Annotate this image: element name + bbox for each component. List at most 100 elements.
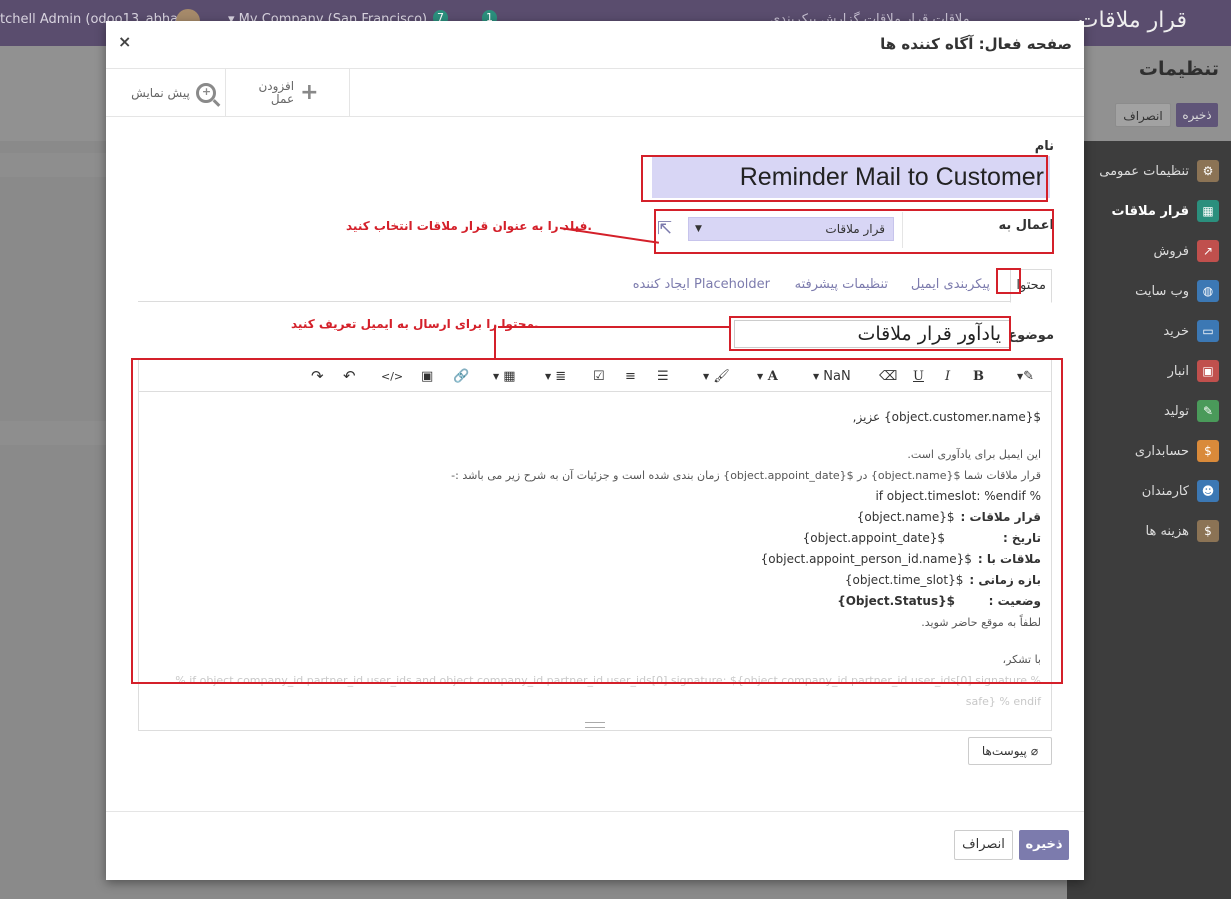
calendar-icon: ▦ [1197, 200, 1219, 222]
sidebar-item-appointment[interactable]: قرار ملاقات ▦ [1067, 191, 1231, 231]
detail-row: وضعیت : ${Object.Status} [149, 591, 1041, 612]
preview-button[interactable]: پیش نمایش + [122, 69, 226, 116]
background-save-button[interactable]: ذخیره [1176, 103, 1218, 127]
paragraph-dropdown[interactable]: ▼ ≣ [543, 366, 566, 386]
background-strip [0, 153, 106, 177]
magic-wand-icon: ✎ [1023, 368, 1035, 384]
editor-toolbar: ▼ ✎ B I U ⌫ ▼ NaN ▼ A ▼ 🖌 ☰ ≡ ☑ ▼ ≣ ▼ ▦ 🔗… [139, 360, 1051, 392]
subject-label: موضوع [1008, 328, 1054, 343]
name-field[interactable]: Reminder Mail to Customer [652, 156, 1050, 198]
background-strip [0, 421, 106, 445]
bold-button[interactable]: B [973, 366, 984, 386]
detail-key: قرار ملاقات : [960, 510, 1041, 524]
apply-on-value: قرار ملاقات [825, 222, 885, 236]
detail-value: ${object.appoint_person_id.name} [760, 552, 972, 566]
underline-button[interactable]: U [913, 366, 924, 386]
expense-icon: $ [1197, 520, 1219, 542]
table-icon: ▦ [503, 368, 516, 384]
eraser-icon[interactable]: ⌫ [879, 366, 897, 386]
background-cancel-button[interactable]: انصراف [1115, 103, 1171, 127]
detail-key: تاریخ : [1002, 531, 1041, 545]
dialog-header: صفحه فعال: آگاه کننده ها × [106, 21, 1084, 69]
sidebar-item-label: حسابداری [1134, 443, 1189, 459]
external-link-icon[interactable]: ⇱ [657, 218, 672, 239]
sidebar-item-employees[interactable]: کارمندان ☻ [1067, 471, 1231, 511]
detail-value: ${Object.Status} [837, 594, 955, 608]
sidebar-item-website[interactable]: وب سایت ◍ [1067, 271, 1231, 311]
paperclip-icon: ⌀ [1030, 744, 1039, 758]
people-icon: ☻ [1197, 480, 1219, 502]
add-action-label: افزودن عمل [258, 78, 295, 106]
tab-content[interactable]: محتوا [1010, 269, 1052, 303]
dialog-title: صفحه فعال: آگاه کننده ها [880, 35, 1072, 53]
sidebar-item-expenses[interactable]: هزینه ها $ [1067, 511, 1231, 551]
font-color-dropdown[interactable]: ▼ A [755, 366, 778, 386]
sidebar-item-label: قرار ملاقات [1111, 203, 1189, 219]
detail-key: بازه زمانی : [969, 573, 1041, 587]
add-action-button[interactable]: افزودن عمل + [228, 69, 350, 116]
subject-field[interactable]: یادآور قرار ملاقات [734, 320, 1010, 348]
numbered-list-icon[interactable]: ≡ [625, 366, 636, 386]
sidebar-item-label: وب سایت [1135, 283, 1189, 299]
sidebar-item-purchase[interactable]: خرید ▭ [1067, 311, 1231, 351]
detail-value: ${object.name} [856, 510, 955, 524]
sidebar-item-inventory[interactable]: انبار ▣ [1067, 351, 1231, 391]
caret-down-icon: ▼ [545, 371, 552, 381]
image-icon[interactable]: ▣ [421, 366, 433, 386]
apply-on-select[interactable]: ▼ قرار ملاقات [688, 217, 894, 241]
redo-icon[interactable]: ↷ [311, 366, 324, 386]
link-icon[interactable]: 🔗 [453, 366, 469, 386]
close-icon[interactable]: × [118, 32, 131, 51]
checklist-icon[interactable]: ☑ [593, 366, 605, 386]
sidebar-item-general-settings[interactable]: تنظیمات عمومی ⚙ [1067, 151, 1231, 191]
bullet-list-icon[interactable]: ☰ [657, 366, 669, 386]
automated-action-dialog: صفحه فعال: آگاه کننده ها × پیش نمایش + ا… [106, 21, 1084, 880]
resize-handle[interactable] [585, 722, 605, 728]
wrench-icon: ✎ [1197, 400, 1219, 422]
undo-icon[interactable]: ↶ [343, 366, 356, 386]
chart-icon: ↗ [1197, 240, 1219, 262]
attachments-button[interactable]: پیوست‌ها ⌀ [968, 737, 1052, 765]
tab-placeholder-generator[interactable]: ایجاد کننده Placeholder [633, 277, 770, 292]
sidebar-item-accounting[interactable]: حسابداری $ [1067, 431, 1231, 471]
body-line: این ایمیل برای یادآوری است. [907, 448, 1041, 461]
detail-row: قرار ملاقات : ${object.name} [149, 507, 1041, 528]
cancel-button[interactable]: انصراف [954, 830, 1013, 860]
caret-down-icon: ▼ [493, 371, 500, 381]
sidebar-item-manufacturing[interactable]: تولید ✎ [1067, 391, 1231, 431]
body-line: لطفاً به موقع حاضر شوید. [921, 616, 1041, 629]
background-page-title: تنظیمات [1138, 58, 1219, 80]
divider [902, 212, 903, 248]
align-icon: ≣ [555, 368, 567, 384]
signature-template: safe} % endif [965, 695, 1041, 708]
sidebar-item-label: هزینه ها [1145, 523, 1190, 539]
background-color-dropdown[interactable]: ▼ 🖌 [701, 366, 730, 386]
sidebar-item-label: فروش [1153, 243, 1189, 259]
name-label: نام [1034, 139, 1054, 154]
dialog-footer: ذخیره انصراف [106, 811, 1084, 880]
italic-button[interactable]: I [945, 366, 950, 386]
style-button[interactable]: ▼ ✎ [1015, 366, 1034, 386]
caret-down-icon: ▼ [703, 371, 710, 381]
annotation-arrow [498, 326, 729, 328]
card-icon: ▭ [1197, 320, 1219, 342]
detail-key: ملاقات با : [977, 552, 1041, 566]
greeting-line: ${object.customer.name} عزیز, [852, 410, 1041, 424]
table-dropdown[interactable]: ▼ ▦ [491, 366, 516, 386]
apply-on-label: اعمال به [998, 218, 1054, 233]
detail-value: ${object.time_slot} [844, 573, 964, 587]
font-size-dropdown[interactable]: ▼ NaN [811, 366, 851, 386]
body-line: % if object.timeslot: %endif [875, 489, 1041, 503]
sidebar-item-sales[interactable]: فروش ↗ [1067, 231, 1231, 271]
tab-advanced-settings[interactable]: تنظیمات پیشرفته [795, 277, 888, 292]
detail-value: ${object.appoint_date} [802, 531, 945, 545]
zoom-in-icon: + [195, 82, 216, 103]
code-view-icon[interactable]: </> [381, 366, 403, 386]
attachments-label: پیوست‌ها [981, 744, 1027, 758]
tab-email-config[interactable]: پیکربندی ایمیل [911, 277, 990, 292]
form-tabs: محتوا پیکربندی ایمیل تنظیمات پیشرفته ایج… [138, 267, 1052, 303]
email-body-editor[interactable]: ${object.customer.name} عزیز, این ایمیل … [139, 393, 1051, 723]
save-button[interactable]: ذخیره [1019, 830, 1069, 860]
sidebar-item-label: کارمندان [1141, 483, 1189, 499]
globe-icon: ◍ [1197, 280, 1219, 302]
